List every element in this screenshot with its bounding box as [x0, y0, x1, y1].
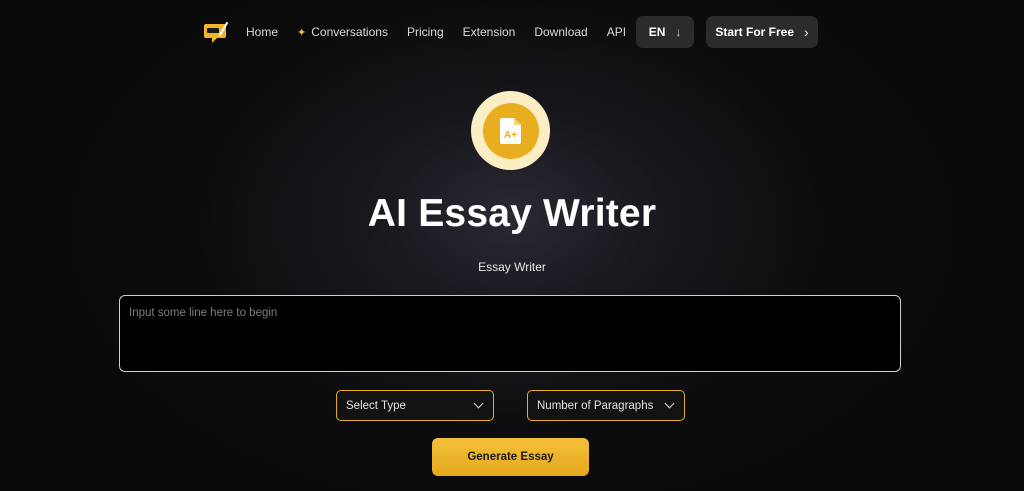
document-grade-a-plus-icon: A+ [482, 102, 539, 159]
page-title: AI Essay Writer [367, 192, 657, 235]
chevron-down-icon [664, 398, 675, 409]
generate-essay-button[interactable]: Generate Essay [432, 438, 589, 476]
nav-link-api[interactable]: API [607, 25, 626, 39]
nav-link-conversations[interactable]: ✦ Conversations [297, 25, 388, 39]
number-of-paragraphs-label: Number of Paragraphs [537, 399, 654, 412]
page: Home ✦ Conversations Pricing Extension Do… [0, 0, 1024, 491]
nav-link-download[interactable]: Download [534, 25, 587, 39]
sparkle-icon: ✦ [297, 26, 307, 39]
nav-link-extension-label: Extension [462, 25, 516, 39]
select-type-label: Select Type [346, 399, 406, 412]
page-subtitle: Essay Writer [478, 260, 546, 274]
chevron-down-icon [473, 398, 484, 409]
select-type-dropdown[interactable]: Select Type [336, 390, 494, 421]
nav-link-download-label: Download [534, 25, 588, 39]
nav-link-conversations-label: Conversations [311, 25, 388, 39]
nav-link-extension[interactable]: Extension [463, 25, 516, 39]
svg-text:A+: A+ [503, 130, 516, 141]
nav-link-pricing-label: Pricing [406, 25, 444, 39]
hero-icon-badge: A+ [471, 91, 550, 170]
language-label: EN [648, 25, 666, 39]
start-for-free-button[interactable]: Start For Free › [706, 16, 818, 48]
nav-link-home-label: Home [246, 25, 279, 39]
chevron-right-icon: › [804, 24, 809, 40]
start-for-free-label: Start For Free [715, 25, 795, 39]
top-nav: Home ✦ Conversations Pricing Extension Do… [203, 16, 818, 48]
number-of-paragraphs-dropdown[interactable]: Number of Paragraphs [527, 390, 685, 421]
essay-prompt-input[interactable] [119, 295, 901, 372]
generate-essay-label: Generate Essay [467, 451, 554, 463]
nav-link-pricing[interactable]: Pricing [407, 25, 444, 39]
chat-bubble-logo-icon[interactable] [203, 19, 229, 45]
language-selector-button[interactable]: EN ↓ [636, 16, 695, 48]
nav-link-api-label: API [606, 25, 627, 39]
arrow-down-icon: ↓ [675, 25, 682, 39]
nav-link-home[interactable]: Home [246, 25, 278, 39]
